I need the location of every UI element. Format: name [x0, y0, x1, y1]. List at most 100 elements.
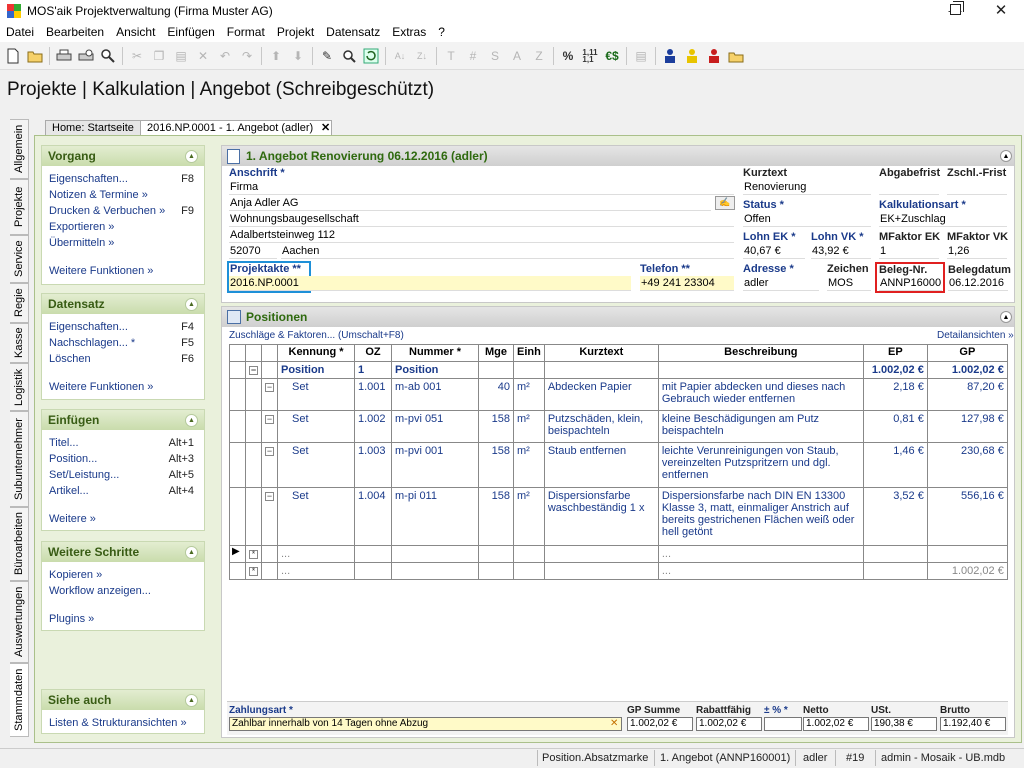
link-position[interactable]: Position...: [49, 453, 97, 465]
vtab-bueroarbeiten[interactable]: Büroarbeiten: [10, 507, 29, 581]
open-folder-icon[interactable]: [24, 45, 46, 67]
link-listen[interactable]: Listen & Strukturansichten »: [49, 717, 187, 729]
zuschlaege-link[interactable]: Zuschläge & Faktoren... (Umschalt+F8): [229, 330, 404, 341]
plz-field[interactable]: 52070: [229, 244, 277, 259]
find-icon[interactable]: [338, 45, 360, 67]
vtab-subunternehmer[interactable]: Subunternehmer: [10, 411, 29, 507]
link-workflow[interactable]: Workflow anzeigen...: [49, 585, 151, 597]
link-eigenschaften[interactable]: Eigenschaften...: [49, 173, 128, 185]
z-icon[interactable]: Z: [528, 45, 550, 67]
percent-icon[interactable]: %: [557, 45, 579, 67]
link-exportieren[interactable]: Exportieren »: [49, 221, 114, 233]
col-kurztext[interactable]: Kurztext: [543, 344, 659, 362]
collapse-toggle-icon[interactable]: −: [265, 492, 274, 501]
user-blue-icon[interactable]: [659, 45, 681, 67]
clear-icon[interactable]: ✕: [610, 718, 618, 729]
col-nummer[interactable]: Nummer *: [391, 344, 479, 362]
close-icon[interactable]: ✕: [978, 0, 1024, 22]
table-row[interactable]: − Position 1 Position 1.002,02 € 1.002,0…: [229, 361, 1008, 379]
undo-icon[interactable]: ↶: [214, 45, 236, 67]
menu-datei[interactable]: Datei: [0, 25, 40, 39]
collapse-toggle-icon[interactable]: −: [249, 366, 258, 375]
belegdatum-field[interactable]: 06.12.2016: [948, 276, 1008, 291]
move-up-icon[interactable]: ⬆: [265, 45, 287, 67]
menu-projekt[interactable]: Projekt: [271, 25, 320, 39]
link-notizen[interactable]: Notizen & Termine »: [49, 189, 148, 201]
new-document-icon[interactable]: [2, 45, 24, 67]
vtab-stammdaten[interactable]: Stammdaten: [10, 663, 29, 737]
col-mge[interactable]: Mge: [478, 344, 514, 362]
sort-desc-icon[interactable]: Z↓: [411, 45, 433, 67]
lohn-vk-field[interactable]: 43,92 €: [811, 244, 871, 259]
col-kennung[interactable]: Kennung *: [277, 344, 355, 362]
signature-icon[interactable]: ✍: [715, 196, 735, 210]
cut-icon[interactable]: ✂: [126, 45, 148, 67]
detailansichten-link[interactable]: Detailansichten »: [937, 330, 1014, 341]
link-nachschlagen[interactable]: Nachschlagen... *: [49, 337, 135, 349]
link-eigenschaften[interactable]: Eigenschaften...: [49, 321, 128, 333]
add-row-icon[interactable]: *: [249, 567, 258, 576]
vtab-service[interactable]: Service: [10, 235, 29, 283]
menu-datensatz[interactable]: Datensatz: [320, 25, 386, 39]
hash-icon[interactable]: #: [462, 45, 484, 67]
collapse-icon[interactable]: ▲: [185, 413, 198, 427]
vtab-regie[interactable]: Regie: [10, 283, 29, 323]
table-row[interactable]: − Set 1.001 m-ab 001 40 m² Abdecken Papi…: [229, 378, 1008, 411]
menu-einfuegen[interactable]: Einfügen: [161, 25, 220, 39]
user-red-icon[interactable]: [703, 45, 725, 67]
calc-disabled-icon[interactable]: ▤: [630, 45, 652, 67]
search-icon[interactable]: [97, 45, 119, 67]
col-oz[interactable]: OZ: [354, 344, 392, 362]
adresse-field[interactable]: adler: [743, 276, 819, 291]
link-loeschen[interactable]: Löschen: [49, 353, 91, 365]
tab-home[interactable]: Home: Startseite: [45, 120, 141, 136]
col-einh[interactable]: Einh: [513, 344, 545, 362]
collapse-toggle-icon[interactable]: −: [265, 415, 274, 424]
link-kopieren[interactable]: Kopieren »: [49, 569, 102, 581]
folder-user-icon[interactable]: [725, 45, 747, 67]
collapse-toggle-icon[interactable]: −: [265, 383, 274, 392]
mfaktor-ek-field[interactable]: 1: [879, 244, 939, 259]
maximize-icon[interactable]: [950, 1, 964, 15]
beleg-nr-field[interactable]: ANNP160001: [879, 276, 942, 291]
zeichen-field[interactable]: MOS: [827, 276, 871, 291]
collapse-icon[interactable]: ▲: [185, 297, 198, 311]
collapse-icon[interactable]: ▲: [185, 693, 198, 707]
vtab-kasse[interactable]: Kasse: [10, 323, 29, 363]
copy-icon[interactable]: ❐: [148, 45, 170, 67]
status-field[interactable]: Offen: [743, 212, 871, 227]
menu-format[interactable]: Format: [221, 25, 271, 39]
abgabefrist-field[interactable]: [879, 180, 939, 195]
link-weitere-funktionen[interactable]: Weitere Funktionen »: [49, 381, 153, 393]
link-weitere[interactable]: Weitere »: [49, 513, 96, 525]
delete-icon[interactable]: ✕: [192, 45, 214, 67]
text-t-icon[interactable]: T: [440, 45, 462, 67]
print-preview-icon[interactable]: [75, 45, 97, 67]
ort-field[interactable]: Aachen: [281, 244, 734, 259]
tab-document[interactable]: 2016.NP.0001 - 1. Angebot (adler): [140, 120, 333, 136]
menu-bearbeiten[interactable]: Bearbeiten: [40, 25, 110, 39]
vtab-auswertungen[interactable]: Auswertungen: [10, 581, 29, 663]
telefon-field[interactable]: +49 241 23304: [640, 276, 734, 291]
pencil-icon[interactable]: ✎: [316, 45, 338, 67]
col-gp[interactable]: GP: [926, 344, 1008, 362]
anschrift-line-2[interactable]: Anja Adler AG: [229, 196, 711, 211]
table-row[interactable]: − Set 1.002 m-pvi 051 158 m² Putzschäden…: [229, 410, 1008, 443]
sort-asc-icon[interactable]: A↓: [389, 45, 411, 67]
zahlungsart-field[interactable]: Zahlbar innerhalb von 14 Tagen ohne Abzu…: [229, 717, 622, 731]
decimals-icon[interactable]: 1,11 1,1: [579, 45, 601, 67]
s-icon[interactable]: S: [484, 45, 506, 67]
anschrift-line-1[interactable]: Firma: [229, 180, 734, 195]
link-plugins[interactable]: Plugins »: [49, 613, 94, 625]
mfaktor-vk-field[interactable]: 1,26: [947, 244, 1007, 259]
kurztext-field[interactable]: Renovierung: [743, 180, 871, 195]
zschl-field[interactable]: [947, 180, 1007, 195]
link-titel[interactable]: Titel...: [49, 437, 79, 449]
collapse-icon[interactable]: ▲: [185, 545, 198, 559]
vtab-projekte[interactable]: Projekte: [10, 179, 29, 235]
table-row[interactable]: − Set 1.003 m-pvi 001 158 m² Staub entfe…: [229, 442, 1008, 488]
table-row-new[interactable]: ▶ * ... ...: [229, 545, 1008, 563]
print-icon[interactable]: [53, 45, 75, 67]
paste-icon[interactable]: ▤: [170, 45, 192, 67]
percent-field[interactable]: [764, 717, 802, 731]
